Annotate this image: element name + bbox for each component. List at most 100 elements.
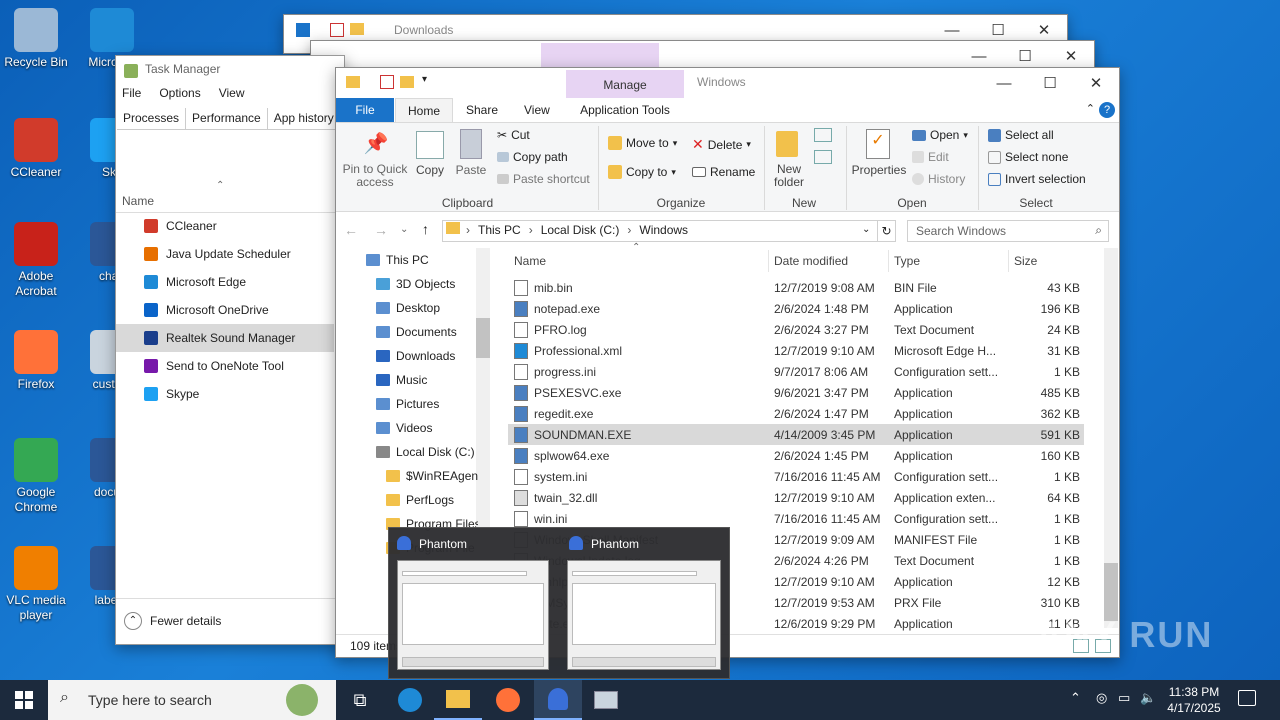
- collapse-ribbon-icon[interactable]: ⌃: [1086, 102, 1095, 115]
- tab-application-tools[interactable]: Application Tools: [566, 98, 684, 122]
- delete-button[interactable]: ✕ Delete ▾: [692, 136, 751, 153]
- address-dropdown-icon[interactable]: ⌄: [862, 224, 870, 235]
- taskbar-search[interactable]: ⌕ Type here to search: [48, 680, 336, 720]
- column-header-type[interactable]: Type: [894, 254, 920, 268]
- maximize-button[interactable]: ☐: [1027, 68, 1073, 98]
- tab-processes[interactable]: Processes: [117, 108, 187, 129]
- file-row[interactable]: PFRO.log 2/6/2024 3:27 PM Text Document 24 …: [508, 319, 1084, 340]
- nav-item[interactable]: Downloads: [366, 344, 455, 368]
- breadcrumb-local-disk[interactable]: Local Disk (C:): [541, 223, 620, 237]
- process-row[interactable]: Microsoft Edge: [116, 268, 334, 296]
- file-row[interactable]: mib.bin 12/7/2019 9:08 AM BIN File 43 KB: [508, 277, 1084, 298]
- nav-item[interactable]: This PC: [366, 248, 429, 272]
- fewer-details-link[interactable]: Fewer details: [150, 614, 221, 628]
- menu-options[interactable]: Options: [159, 86, 200, 100]
- tab-app-history[interactable]: App history: [268, 108, 340, 129]
- help-icon[interactable]: ?: [1099, 102, 1115, 118]
- invert-selection-button[interactable]: Invert selection: [988, 172, 1086, 186]
- process-row[interactable]: Java Update Scheduler: [116, 240, 334, 268]
- tray-overflow-icon[interactable]: ⌃: [1070, 690, 1081, 706]
- new-item-icon[interactable]: [814, 128, 832, 142]
- nav-scroll-thumb[interactable]: [476, 318, 490, 358]
- volume-icon[interactable]: 🔈: [1140, 690, 1156, 706]
- file-row[interactable]: splwow64.exe 2/6/2024 1:45 PM Application 1…: [508, 445, 1084, 466]
- copy-path-button[interactable]: Copy path: [497, 150, 568, 164]
- preview-thumbnail[interactable]: [397, 560, 549, 670]
- phantom-taskbar-icon[interactable]: [534, 680, 582, 720]
- process-row[interactable]: Send to OneNote Tool: [116, 352, 334, 380]
- new-folder-button[interactable]: New folder: [770, 163, 808, 189]
- process-row[interactable]: Realtek Sound Manager: [116, 324, 334, 352]
- close-button[interactable]: ✕: [1073, 68, 1119, 98]
- tray-app-icon[interactable]: ◎: [1096, 690, 1107, 706]
- file-scrollbar[interactable]: [1104, 248, 1118, 628]
- copy-button[interactable]: Copy: [412, 163, 448, 177]
- file-row[interactable]: notepad.exe 2/6/2024 1:48 PM Application 19…: [508, 298, 1084, 319]
- move-to-button[interactable]: Move to ▾: [608, 136, 677, 150]
- file-row[interactable]: twain_32.dll 12/7/2019 9:10 AM Application…: [508, 487, 1084, 508]
- open-button[interactable]: Open ▾: [912, 128, 968, 142]
- column-header-name[interactable]: Name: [122, 194, 154, 208]
- process-row[interactable]: Microsoft OneDrive: [116, 296, 334, 324]
- nav-item[interactable]: PerfLogs: [366, 488, 454, 512]
- file-row[interactable]: SOUNDMAN.EXE 4/14/2009 3:45 PM Application…: [508, 424, 1084, 445]
- network-icon[interactable]: ▭: [1118, 690, 1130, 706]
- qa-dropdown-icon[interactable]: ▾: [422, 74, 427, 85]
- task-view-icon[interactable]: ⧉: [336, 680, 384, 720]
- menu-view[interactable]: View: [219, 86, 245, 100]
- desktop-icon[interactable]: VLC media player: [0, 546, 72, 623]
- select-all-button[interactable]: Select all: [988, 128, 1054, 142]
- tab-share[interactable]: Share: [454, 98, 510, 122]
- pin-quick-access-button[interactable]: Pin to Quick access: [340, 163, 410, 189]
- breadcrumb-windows[interactable]: Windows: [639, 223, 688, 237]
- process-row[interactable]: CCleaner: [116, 212, 334, 240]
- app-taskbar-icon[interactable]: [582, 680, 630, 720]
- select-none-button[interactable]: Select none: [988, 150, 1068, 164]
- nav-item[interactable]: Desktop: [366, 296, 440, 320]
- nav-item[interactable]: Videos: [366, 416, 432, 440]
- nav-item[interactable]: 3D Objects: [366, 272, 455, 296]
- desktop-icon[interactable]: CCleaner: [0, 118, 72, 180]
- file-scroll-thumb[interactable]: [1104, 563, 1118, 621]
- refresh-icon[interactable]: ↻: [878, 220, 896, 242]
- context-tab-manage[interactable]: Manage: [566, 70, 684, 98]
- recent-dropdown-icon[interactable]: ⌄: [400, 224, 408, 235]
- column-header-date[interactable]: Date modified: [774, 254, 848, 268]
- cut-button[interactable]: ✂ Cut: [497, 128, 530, 142]
- file-row[interactable]: regedit.exe 2/6/2024 1:47 PM Application 36…: [508, 403, 1084, 424]
- tab-performance[interactable]: Performance: [186, 108, 268, 129]
- file-row[interactable]: PSEXESVC.exe 9/6/2021 3:47 PM Application 4…: [508, 382, 1084, 403]
- minimize-button[interactable]: —: [981, 68, 1027, 98]
- firefox-taskbar-icon[interactable]: [484, 680, 532, 720]
- process-row[interactable]: Skype: [116, 380, 334, 408]
- nav-item[interactable]: Local Disk (C:): [366, 440, 475, 464]
- properties-button[interactable]: Properties: [850, 163, 908, 177]
- tab-view[interactable]: View: [512, 98, 562, 122]
- edit-button[interactable]: Edit: [912, 150, 949, 164]
- paste-shortcut-button[interactable]: Paste shortcut: [497, 172, 590, 186]
- desktop-icon[interactable]: Google Chrome: [0, 438, 72, 515]
- preview-thumbnail[interactable]: [567, 560, 721, 670]
- nav-item[interactable]: $WinREAgent: [366, 464, 478, 488]
- notifications-icon[interactable]: [1238, 690, 1256, 706]
- clock[interactable]: 11:38 PM 4/17/2025: [1164, 684, 1224, 716]
- breadcrumb-this-pc[interactable]: This PC: [478, 223, 521, 237]
- paste-button[interactable]: Paste: [454, 163, 488, 177]
- nav-item[interactable]: Documents: [366, 320, 457, 344]
- copy-to-button[interactable]: Copy to ▾: [608, 165, 676, 179]
- tab-home[interactable]: Home: [395, 98, 454, 122]
- collapse-chevron-icon[interactable]: ⌃: [124, 612, 142, 630]
- up-arrow-icon[interactable]: ↑: [422, 221, 429, 237]
- nav-item[interactable]: Pictures: [366, 392, 439, 416]
- file-row[interactable]: win.ini 7/16/2016 11:45 AM Configuration s…: [508, 508, 1084, 529]
- back-arrow-icon[interactable]: ←: [344, 222, 358, 238]
- nav-item[interactable]: Music: [366, 368, 427, 392]
- menu-file[interactable]: File: [122, 86, 141, 100]
- desktop-icon[interactable]: Firefox: [0, 330, 72, 392]
- start-button[interactable]: [0, 680, 48, 720]
- file-explorer-taskbar-icon[interactable]: [434, 680, 482, 720]
- file-row[interactable]: Professional.xml 12/7/2019 9:10 AM Microso…: [508, 340, 1084, 361]
- column-header-size[interactable]: Size: [1014, 254, 1037, 268]
- search-box[interactable]: Search Windows ⌕: [907, 220, 1109, 242]
- rename-button[interactable]: Rename: [692, 165, 755, 179]
